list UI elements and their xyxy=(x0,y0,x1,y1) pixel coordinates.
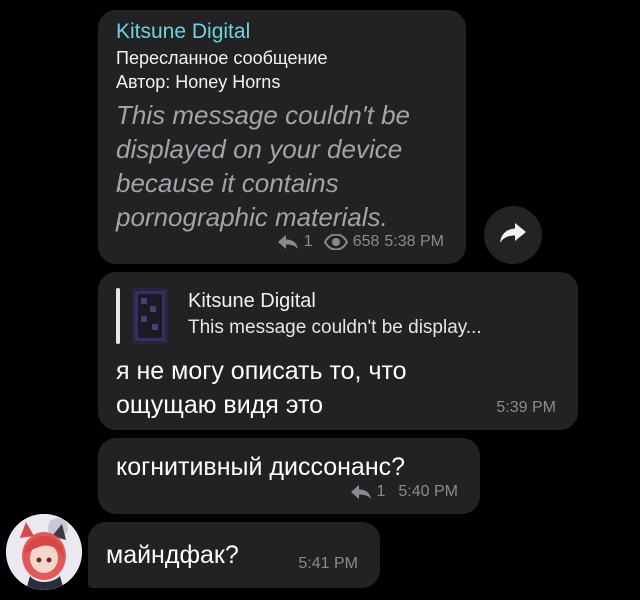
share-button[interactable] xyxy=(484,206,542,264)
view-count: 658 xyxy=(352,233,380,250)
forwarded-label: Пересланное сообщение xyxy=(116,48,328,68)
reply-arrow-icon xyxy=(277,234,299,250)
message-meta: 1 658 5:38 PM xyxy=(277,232,444,252)
message-meta: 5:39 PM xyxy=(496,398,556,418)
message-time: 5:40 PM xyxy=(398,483,458,500)
quote-thumbnail xyxy=(132,288,168,344)
share-forward-icon xyxy=(499,221,527,250)
reply-arrow-icon xyxy=(350,484,372,500)
forward-channel-name[interactable]: Kitsune Digital xyxy=(116,18,448,46)
message-text: майндфак? xyxy=(106,541,239,569)
message-meta: 5:41 PM xyxy=(298,554,358,574)
message-bubble[interactable]: когнитивный диссонанс? 1 5:40 PM xyxy=(98,438,480,514)
message-text: когнитивный диссонанс? xyxy=(116,453,406,481)
message-bubble-forwarded[interactable]: Kitsune Digital Пересланное сообщение Ав… xyxy=(98,10,466,264)
author-name[interactable]: Honey Horns xyxy=(175,72,280,92)
message-time: 5:41 PM xyxy=(298,555,358,572)
reply-quote[interactable]: Kitsune Digital This message couldn't be… xyxy=(116,288,566,344)
message-text: я не могу описать то, что ощущаю видя эт… xyxy=(116,357,407,419)
message-time: 5:39 PM xyxy=(496,399,556,416)
restricted-message-text: This message couldn't be displayed on yo… xyxy=(116,100,411,232)
forward-author-line: Автор: Honey Horns xyxy=(116,70,448,94)
quote-text: This message couldn't be display... xyxy=(188,317,482,338)
author-prefix: Автор: xyxy=(116,72,171,92)
quote-sender: Kitsune Digital xyxy=(188,290,316,312)
avatar[interactable] xyxy=(6,514,82,590)
message-bubble-reply[interactable]: Kitsune Digital This message couldn't be… xyxy=(98,272,578,430)
message-time: 5:38 PM xyxy=(384,233,444,250)
message-bubble[interactable]: майндфак? 5:41 PM xyxy=(88,522,380,588)
reply-count: 1 xyxy=(303,233,313,250)
message-meta: 1 5:40 PM xyxy=(350,482,458,502)
eye-icon xyxy=(323,234,348,250)
quote-bar xyxy=(116,288,120,344)
reply-count: 1 xyxy=(376,483,386,500)
